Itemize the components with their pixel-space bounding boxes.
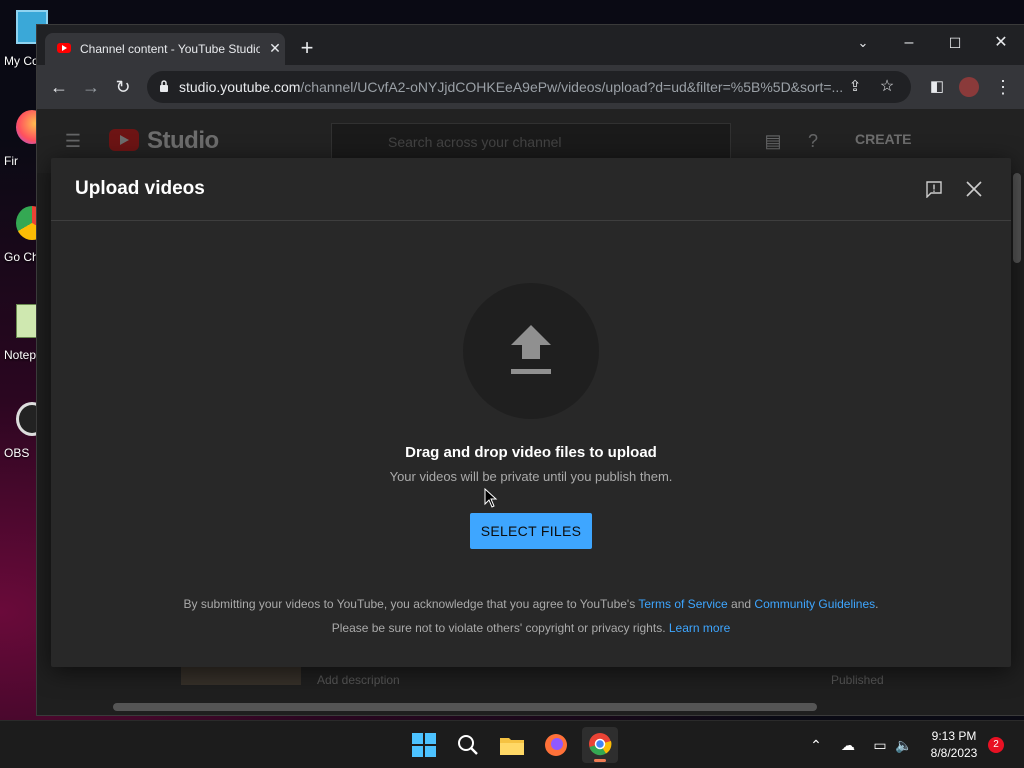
mouse-cursor-icon [484, 488, 498, 508]
youtube-logo-icon [109, 129, 139, 151]
create-button[interactable]: CREATE [855, 131, 912, 147]
reload-icon[interactable]: ↻ [111, 75, 135, 99]
copyright-notice: Please be sure not to violate others' co… [51, 621, 1011, 635]
forward-icon[interactable]: → [79, 75, 103, 99]
upload-arrow-icon [511, 325, 551, 374]
drag-drop-heading: Drag and drop video files to upload [405, 444, 657, 461]
search-placeholder: Search across your channel [388, 134, 562, 150]
volume-icon[interactable]: 🔈 [894, 735, 914, 755]
url-host: studio.youtube.com [179, 79, 301, 95]
tab-strip: Channel content - YouTube Studio ✕ + ⌄ –… [37, 25, 1024, 65]
taskbar: ⌃ ☁ ▭ 🔈 9:13 PM 8/8/2023 2 [0, 720, 1024, 768]
dialog-title: Upload videos [75, 178, 205, 199]
new-tab-button[interactable]: + [295, 37, 319, 61]
channel-search-input[interactable]: Search across your channel [331, 123, 731, 159]
video-status: Published [831, 673, 884, 687]
browser-menu-icon[interactable]: ⋮ [991, 75, 1015, 99]
terms-of-service-link[interactable]: Terms of Service [638, 597, 727, 611]
minimize-button[interactable]: – [889, 29, 929, 57]
messages-icon[interactable]: ▤ [761, 129, 785, 153]
legal-period: . [875, 597, 879, 611]
lock-icon [160, 80, 168, 92]
upload-dialog: Upload videos Drag and drop video files … [51, 158, 1011, 667]
start-icon[interactable] [408, 729, 440, 761]
firefox-taskbar-icon[interactable] [540, 729, 572, 761]
close-icon[interactable] [965, 180, 983, 198]
tab-channel-content[interactable]: Channel content - YouTube Studio ✕ [45, 33, 285, 65]
youtube-favicon-icon [57, 43, 71, 53]
notification-badge[interactable]: 2 [988, 737, 1004, 753]
tab-title: Channel content - YouTube Studio [80, 42, 260, 56]
tab-close-icon[interactable]: ✕ [267, 40, 283, 56]
url-text: studio.youtube.com/channel/UCvfA2-oNYJjd… [179, 79, 859, 97]
browser-toolbar: ← → ↻ studio.youtube.com/channel/UCvfA2-… [37, 65, 1024, 109]
copyright-text: Please be sure not to violate others' co… [331, 621, 666, 635]
url-path: /channel/UCvfA2-oNYJjdCOHKEeA9ePw/videos… [300, 79, 844, 95]
legal-and: and [731, 597, 752, 611]
studio-page: ☰ Studio Search across your channel ▤ ? … [37, 109, 1024, 715]
side-panel-icon[interactable]: ◧ [925, 75, 949, 99]
tray-chevron-up-icon[interactable]: ⌃ [806, 735, 826, 755]
back-icon[interactable]: ← [47, 75, 71, 99]
upload-drop-zone[interactable] [463, 283, 599, 419]
legal-notice: By submitting your videos to YouTube, yo… [51, 597, 1011, 611]
profile-avatar[interactable] [957, 75, 981, 99]
learn-more-link[interactable]: Learn more [669, 621, 730, 635]
hamburger-menu-icon[interactable]: ☰ [61, 129, 85, 153]
video-description: Add description [317, 673, 400, 687]
browser-window: Channel content - YouTube Studio ✕ + ⌄ –… [36, 24, 1024, 716]
bookmark-star-icon[interactable]: ☆ [875, 75, 899, 99]
help-icon[interactable]: ? [801, 129, 825, 153]
onedrive-icon[interactable]: ☁ [838, 735, 858, 755]
share-icon[interactable]: ⇪ [843, 75, 867, 99]
clock-time[interactable]: 9:13 PM [922, 729, 986, 743]
private-notice: Your videos will be private until you pu… [389, 469, 673, 484]
maximize-button[interactable]: ☐ [935, 29, 975, 57]
tab-search-icon[interactable]: ⌄ [843, 29, 883, 57]
address-bar[interactable]: studio.youtube.com/channel/UCvfA2-oNYJjd… [147, 71, 911, 103]
clock-date[interactable]: 8/8/2023 [922, 746, 986, 760]
legal-prefix: By submitting your videos to YouTube, yo… [183, 597, 636, 611]
dialog-header: Upload videos [51, 158, 1011, 221]
community-guidelines-link[interactable]: Community Guidelines [754, 597, 875, 611]
search-icon[interactable] [452, 729, 484, 761]
network-icon[interactable]: ▭ [870, 735, 890, 755]
chrome-taskbar-button[interactable] [582, 727, 618, 763]
horizontal-scrollbar[interactable] [113, 703, 817, 711]
chrome-taskbar-icon [589, 733, 612, 762]
file-explorer-icon[interactable] [496, 729, 528, 761]
feedback-icon[interactable] [925, 180, 943, 198]
vertical-scrollbar[interactable] [1013, 173, 1021, 263]
close-window-button[interactable]: ✕ [981, 29, 1021, 57]
select-files-button[interactable]: SELECT FILES [470, 513, 592, 549]
studio-logo-text: Studio [147, 127, 219, 154]
